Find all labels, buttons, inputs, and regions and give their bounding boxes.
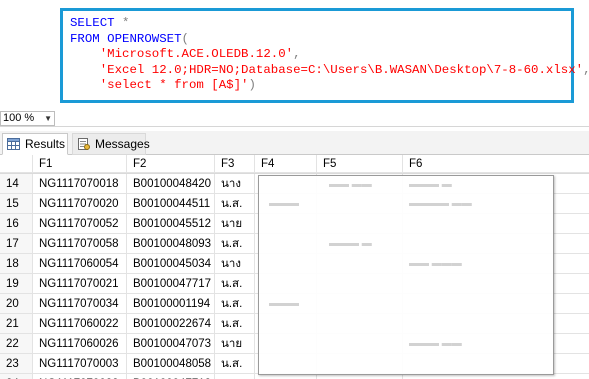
row-number[interactable]: 21 (0, 314, 33, 334)
cell-f2[interactable]: B00100022674 (127, 314, 215, 334)
cell-f2[interactable]: B00100044511 (127, 194, 215, 214)
cell-f1[interactable]: NG1117070020 (33, 194, 127, 214)
row-number[interactable]: 18 (0, 254, 33, 274)
cell-f3[interactable]: นาง (215, 254, 255, 274)
cell-f1[interactable]: NG1117070034 (33, 294, 127, 314)
messages-icon (78, 138, 90, 150)
header-f3[interactable]: F3 (215, 155, 255, 173)
cell-f3[interactable]: น.ส. (215, 314, 255, 334)
tab-messages[interactable]: Messages (72, 133, 150, 155)
cell-f3[interactable]: น.ส. (215, 294, 255, 314)
select-star: * (114, 16, 130, 30)
provider-string: 'Microsoft.ACE.OLEDB.12.0' (99, 47, 294, 61)
header-f6[interactable]: F6 (403, 155, 589, 173)
header-f4[interactable]: F4 (255, 155, 317, 173)
cell-f1[interactable]: NG1117070058 (33, 234, 127, 254)
tab-results[interactable]: Results (2, 133, 68, 155)
cell-f1[interactable]: NG1117070022 (33, 374, 127, 379)
cell-f2[interactable]: B00100045034 (127, 254, 215, 274)
cell-f1[interactable]: NG1117060022 (33, 314, 127, 334)
row-number[interactable]: 14 (0, 174, 33, 194)
keyword-select: SELECT (70, 16, 115, 30)
tab-messages-label: Messages (95, 137, 150, 151)
row-number[interactable]: 24 (0, 374, 33, 379)
open-paren: ( (181, 31, 189, 46)
cell-f3[interactable]: นาย (215, 214, 255, 234)
grid-header: F1 F2 F3 F4 F5 F6 (0, 155, 589, 174)
cell-f3[interactable]: น.ส. (215, 274, 255, 294)
header-rownum[interactable] (0, 155, 33, 173)
header-f1[interactable]: F1 (33, 155, 127, 173)
tab-results-label: Results (25, 137, 66, 151)
cell-f2[interactable]: B00100048058 (127, 354, 215, 374)
zoom-select[interactable]: 100 % ▼ (0, 111, 55, 126)
header-f5[interactable]: F5 (317, 155, 403, 173)
close-paren: ) (248, 78, 256, 92)
cell-f1[interactable]: NG1117060026 (33, 334, 127, 354)
cell-f1[interactable]: NG1117070021 (33, 274, 127, 294)
cell-f1[interactable]: NG1117070052 (33, 214, 127, 234)
cell-f3[interactable]: น.ส. (215, 354, 255, 374)
row-number[interactable]: 23 (0, 354, 33, 374)
cell-f1[interactable]: NG1117060054 (33, 254, 127, 274)
cell-f2[interactable]: B00100047073 (127, 334, 215, 354)
cell-f2[interactable]: B00100047717 (127, 274, 215, 294)
sql-query-editor[interactable]: SELECT * FROM OPENROWSET( 'Microsoft.ACE… (60, 8, 589, 103)
cell-f3[interactable]: น.ส. (215, 234, 255, 254)
chevron-down-icon[interactable]: ▼ (44, 112, 52, 125)
cell-f2[interactable]: B00100047718 (127, 374, 215, 379)
zoom-value: 100 % (3, 112, 35, 124)
cell-f3[interactable]: น.ส. (215, 374, 255, 379)
header-f2[interactable]: F2 (127, 155, 215, 173)
cell-f2[interactable]: B00100045512 (127, 214, 215, 234)
row-number[interactable]: 15 (0, 194, 33, 214)
zoom-bar: 100 % ▼ (0, 110, 589, 127)
row-number[interactable]: 17 (0, 234, 33, 254)
row-number[interactable]: 22 (0, 334, 33, 354)
cell-f1[interactable]: NG1117070018 (33, 174, 127, 194)
cell-f1[interactable]: NG1117070003 (33, 354, 127, 374)
cell-f2[interactable]: B00100001194 (127, 294, 215, 314)
grid-icon (7, 138, 20, 150)
row-number[interactable]: 20 (0, 294, 33, 314)
results-tabs: Results Messages (0, 131, 589, 155)
redaction-overlay: ▬▬ ▬▬ ▬▬▬ ▬ ▬▬▬ ▬▬▬▬ ▬▬ ▬▬▬ ▬ ▬▬ ▬▬▬ ▬▬▬… (258, 175, 554, 375)
comma-1: , (293, 47, 301, 61)
keyword-from: FROM (70, 31, 100, 46)
cell-f3[interactable]: นาย (215, 334, 255, 354)
cell-f2[interactable]: B00100048420 (127, 174, 215, 194)
function-openrowset: OPENROWSET (99, 31, 182, 46)
cell-f3[interactable]: น.ส. (215, 194, 255, 214)
row-number[interactable]: 16 (0, 214, 33, 234)
cell-f2[interactable]: B00100048093 (127, 234, 215, 254)
connection-string: 'Excel 12.0;HDR=NO;Database=C:\Users\B.W… (99, 62, 584, 77)
inner-query-string: 'select * from [A$]' (99, 78, 249, 92)
row-number[interactable]: 19 (0, 274, 33, 294)
cell-f3[interactable]: นาง (215, 174, 255, 194)
comma-2: , (583, 63, 589, 77)
